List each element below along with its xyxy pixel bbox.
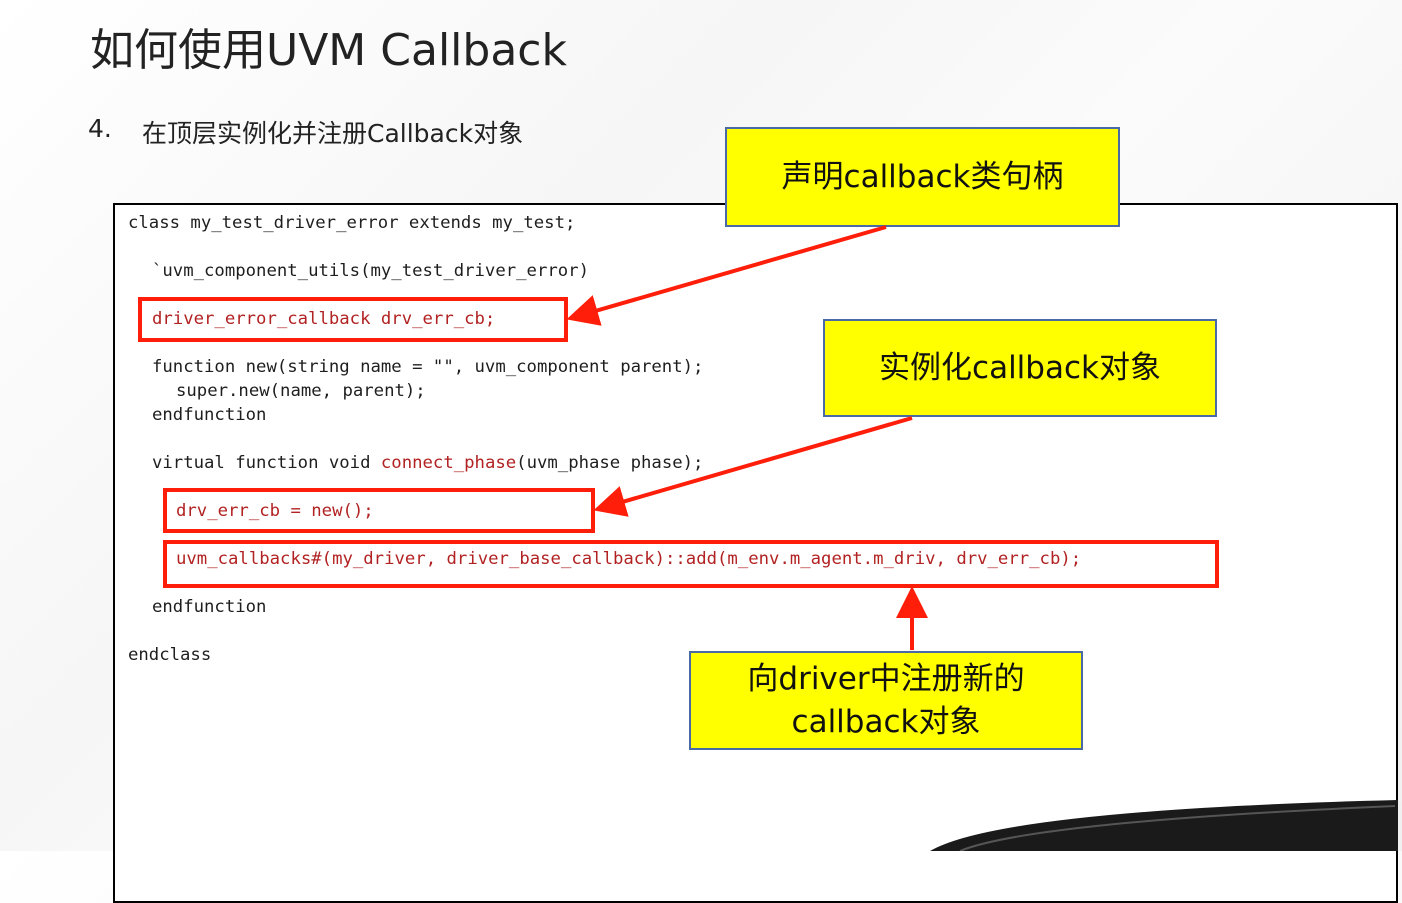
- arrow-to-instantiate: [593, 416, 913, 517]
- annotation-arrows: [566, 225, 928, 650]
- arrow-to-declare: [566, 225, 887, 326]
